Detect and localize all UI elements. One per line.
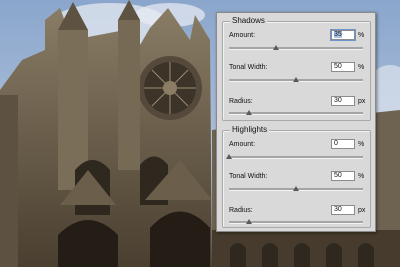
highlights-amount-label: Amount:	[229, 141, 256, 148]
highlights-amount-slider[interactable]	[226, 154, 363, 159]
shadows-radius-slider-thumb[interactable]	[246, 110, 253, 115]
shadows-radius-unit: px	[358, 98, 366, 105]
shadows-title: Shadows	[230, 15, 267, 27]
shadows-tonal-width-label: Tonal Width:	[229, 64, 268, 71]
highlights-tonal-width-field[interactable]: 50	[331, 171, 355, 181]
shadows-amount-field[interactable]: 35	[331, 30, 355, 40]
shadows-radius-label: Radius:	[229, 98, 253, 105]
shadows-tonal-width-slider[interactable]	[229, 77, 363, 82]
highlights-radius-slider[interactable]	[229, 219, 363, 224]
shadows-amount-slider-thumb[interactable]	[272, 45, 279, 50]
highlights-title: Highlights	[230, 124, 270, 136]
shadows-amount-value: 35	[334, 31, 342, 38]
highlights-radius-field[interactable]: 30	[331, 205, 355, 215]
shadows-group: Shadows Amount: 35 % Tonal Width: 50 % R…	[222, 15, 371, 121]
shadows-amount-label: Amount:	[229, 32, 256, 39]
shadows-radius-field[interactable]: 30	[331, 96, 355, 106]
shadows-radius-slider[interactable]	[229, 110, 363, 115]
highlights-amount-field[interactable]: 0	[331, 139, 355, 149]
highlights-group: Highlights Amount: 0 % Tonal Width: 50 %…	[222, 124, 371, 228]
shadows-amount-slider[interactable]	[229, 45, 363, 50]
shadows-highlights-dialog: Shadows Amount: 35 % Tonal Width: 50 % R…	[216, 12, 376, 232]
shadows-amount-unit: %	[358, 32, 365, 39]
highlights-amount-slider-thumb[interactable]	[226, 154, 232, 159]
shadows-tonal-width-unit: %	[358, 64, 365, 71]
shadows-tonal-width-field[interactable]: 50	[331, 62, 355, 72]
highlights-amount-unit: %	[358, 141, 365, 148]
highlights-tonal-width-slider[interactable]	[229, 186, 363, 191]
shadows-tonal-width-slider-thumb[interactable]	[293, 77, 299, 82]
highlights-tonal-width-label: Tonal Width:	[229, 173, 268, 180]
highlights-tonal-width-slider-thumb[interactable]	[293, 186, 299, 191]
highlights-radius-slider-thumb[interactable]	[246, 219, 253, 224]
highlights-radius-label: Radius:	[229, 207, 253, 214]
highlights-radius-unit: px	[358, 207, 366, 214]
highlights-tonal-width-unit: %	[358, 173, 365, 180]
